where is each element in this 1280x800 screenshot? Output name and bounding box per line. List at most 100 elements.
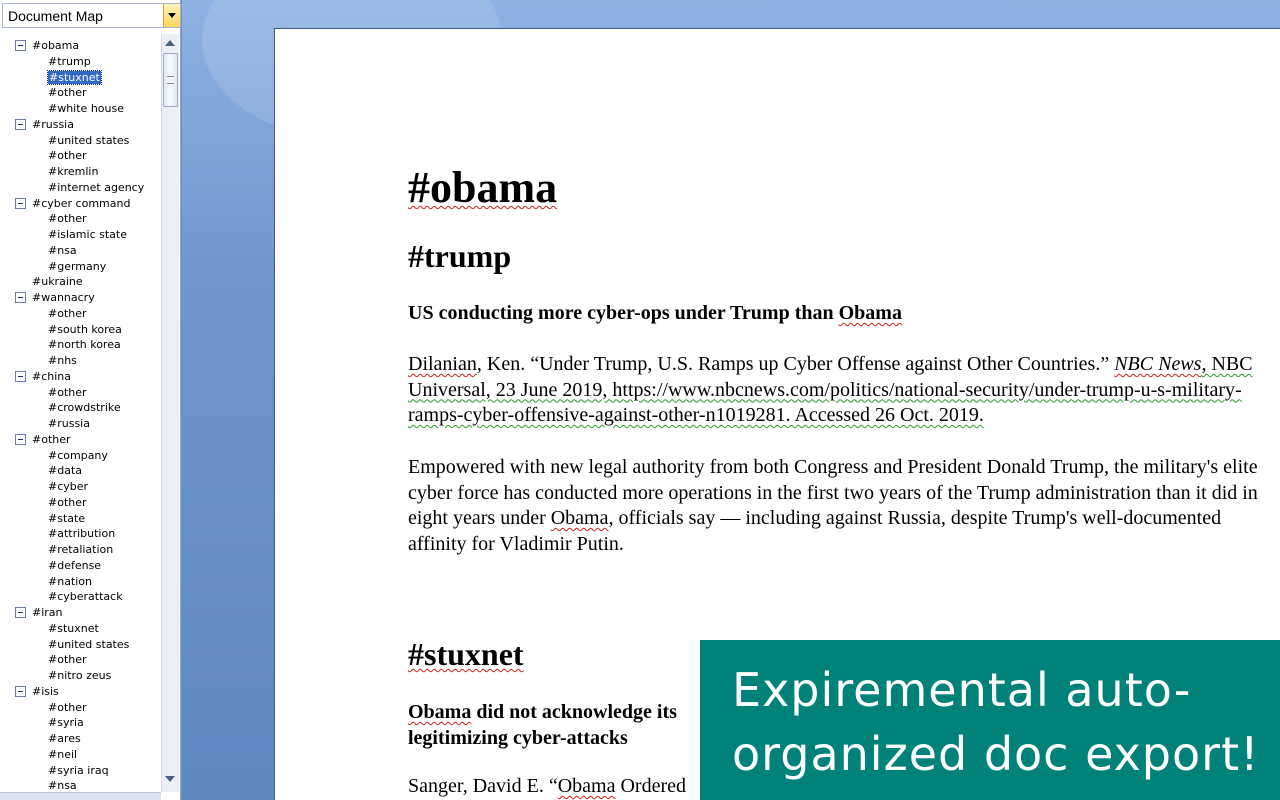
map-node-subheading[interactable]: #other (48, 85, 87, 100)
map-node-subheading[interactable]: #other (48, 700, 87, 715)
map-node-subheading[interactable]: #other (48, 495, 87, 510)
map-node-label: #other (48, 307, 87, 320)
map-node-subheading[interactable]: #syria iraq (48, 763, 109, 778)
horizontal-scrollbar[interactable] (0, 792, 161, 800)
heading-2-stuxnet-text: #stuxnet (408, 636, 524, 672)
map-node-subheading[interactable]: #crowdstrike (48, 400, 121, 415)
map-node-label: #ukraine (32, 275, 83, 288)
map-node-subheading[interactable]: #attribution (48, 526, 115, 541)
heading-2-stuxnet[interactable]: #stuxnet (408, 636, 524, 673)
map-node-heading[interactable]: #cyber command (32, 196, 130, 211)
vertical-scrollbar[interactable] (161, 34, 179, 792)
map-node-subheading[interactable]: #other (48, 385, 87, 400)
map-node-subheading[interactable]: #nhs (48, 353, 77, 368)
map-node-subheading[interactable]: #nitro zeus (48, 668, 111, 683)
collapse-icon[interactable] (15, 686, 26, 697)
collapse-icon[interactable] (15, 434, 26, 445)
scrollbar-thumb[interactable] (163, 53, 178, 107)
map-node-subheading[interactable]: #data (48, 463, 82, 478)
map-node-label: #cyber (48, 480, 89, 493)
map-node-heading[interactable]: #obama (32, 38, 79, 53)
map-node-heading[interactable]: #isis (32, 684, 59, 699)
collapse-icon[interactable] (15, 119, 26, 130)
subheading-trump-misspelled: Obama (838, 302, 902, 324)
map-node-label: #russia (48, 417, 90, 430)
map-node-subheading[interactable]: #other (48, 211, 87, 226)
map-node-subheading[interactable]: #state (48, 511, 85, 526)
map-node-label: #obama (32, 39, 80, 52)
map-node-subheading[interactable]: #islamic state (48, 227, 127, 242)
map-node-subheading[interactable]: #russia (48, 416, 90, 431)
document-map-dropdown[interactable]: Document Map (2, 3, 181, 28)
map-node-subheading[interactable]: #nation (48, 574, 92, 589)
map-node-subheading[interactable]: #cyber (48, 479, 88, 494)
map-node-heading[interactable]: #iran (32, 605, 63, 620)
map-node-subheading[interactable]: #nsa (48, 243, 77, 258)
map-node-heading[interactable]: #russia (32, 117, 74, 132)
map-node-label: #cyber command (32, 197, 131, 210)
heading-2-trump[interactable]: #trump (408, 238, 511, 275)
map-node-label: #neil (48, 748, 78, 761)
map-node-label: #other (32, 433, 71, 446)
document-map-tree: #obama #trump #stuxnet #other #white house #r… (0, 38, 160, 792)
map-node-heading[interactable]: #other (32, 432, 71, 447)
map-node-subheading[interactable]: #united states (48, 637, 129, 652)
collapse-icon[interactable] (15, 292, 26, 303)
map-node-label: #white house (48, 102, 124, 115)
map-node-label: #other (48, 149, 87, 162)
chevron-down-icon[interactable] (163, 4, 180, 27)
map-node-label: #other (48, 86, 87, 99)
map-node-label: #trump (48, 55, 91, 68)
map-node-subheading[interactable]: #company (48, 448, 108, 463)
map-node-subheading[interactable]: #trump (48, 54, 91, 69)
map-node-subheading[interactable]: #cyberattack (48, 589, 123, 604)
map-node-label: #crowdstrike (48, 401, 121, 414)
map-node-subheading[interactable]: #syria (48, 715, 84, 730)
collapse-icon[interactable] (15, 371, 26, 382)
map-node-heading[interactable]: #ukraine (32, 274, 83, 289)
map-node-label: #wannacry (32, 291, 95, 304)
map-node-label: #islamic state (48, 228, 127, 241)
map-node-label: #germany (48, 260, 107, 273)
map-node-heading[interactable]: #wannacry (32, 290, 95, 305)
scroll-up-arrow-icon[interactable] (165, 40, 175, 46)
subheading-stuxnet[interactable]: Obama did not acknowledge its legitimizi… (408, 700, 708, 751)
subheading-trump[interactable]: US conducting more cyber-ops under Trump… (408, 302, 902, 325)
map-node-subheading[interactable]: #other (48, 652, 87, 667)
citation-trump[interactable]: Dilanian, Ken. “Under Trump, U.S. Ramps … (408, 352, 1268, 429)
collapse-icon[interactable] (15, 198, 26, 209)
map-node-heading[interactable]: #china (32, 369, 71, 384)
map-node-subheading[interactable]: #stuxnet (47, 70, 102, 85)
map-node-subheading[interactable]: #south korea (48, 322, 122, 337)
map-node-label: #attribution (48, 527, 116, 540)
map-node-subheading[interactable]: #other (48, 148, 87, 163)
map-node-label: #syria iraq (48, 764, 109, 777)
map-node-label: #united states (48, 638, 130, 651)
map-node-label: #stuxnet (47, 70, 102, 85)
map-node-subheading[interactable]: #white house (48, 101, 124, 116)
map-node-subheading[interactable]: #retaliation (48, 542, 113, 557)
map-node-subheading[interactable]: #north korea (48, 337, 121, 352)
map-node-subheading[interactable]: #ares (48, 731, 81, 746)
collapse-icon[interactable] (15, 40, 26, 51)
map-node-subheading[interactable]: #stuxnet (48, 621, 99, 636)
map-node-subheading[interactable]: #united states (48, 133, 129, 148)
grip-icon (167, 76, 174, 84)
map-node-subheading[interactable]: #germany (48, 259, 106, 274)
citation-stuxnet[interactable]: Sanger, David E. “Obama Ordered (408, 775, 686, 798)
paragraph-trump[interactable]: Empowered with new legal authority from … (408, 455, 1268, 557)
map-node-label: #other (48, 496, 87, 509)
collapse-icon[interactable] (15, 607, 26, 618)
scroll-down-arrow-icon[interactable] (165, 776, 175, 782)
map-node-subheading[interactable]: #internet agency (48, 180, 144, 195)
subheading-stuxnet-misspelled: Obama (408, 701, 472, 723)
map-node-label: #iran (32, 606, 63, 619)
map-node-subheading[interactable]: #kremlin (48, 164, 98, 179)
map-node-subheading[interactable]: #other (48, 306, 87, 321)
map-node-subheading[interactable]: #neil (48, 747, 77, 762)
map-node-label: #data (48, 464, 82, 477)
heading-1[interactable]: #obama (408, 162, 557, 213)
map-node-subheading[interactable]: #nsa (48, 778, 77, 792)
map-node-subheading[interactable]: #defense (48, 558, 101, 573)
map-node-label: #company (48, 449, 108, 462)
